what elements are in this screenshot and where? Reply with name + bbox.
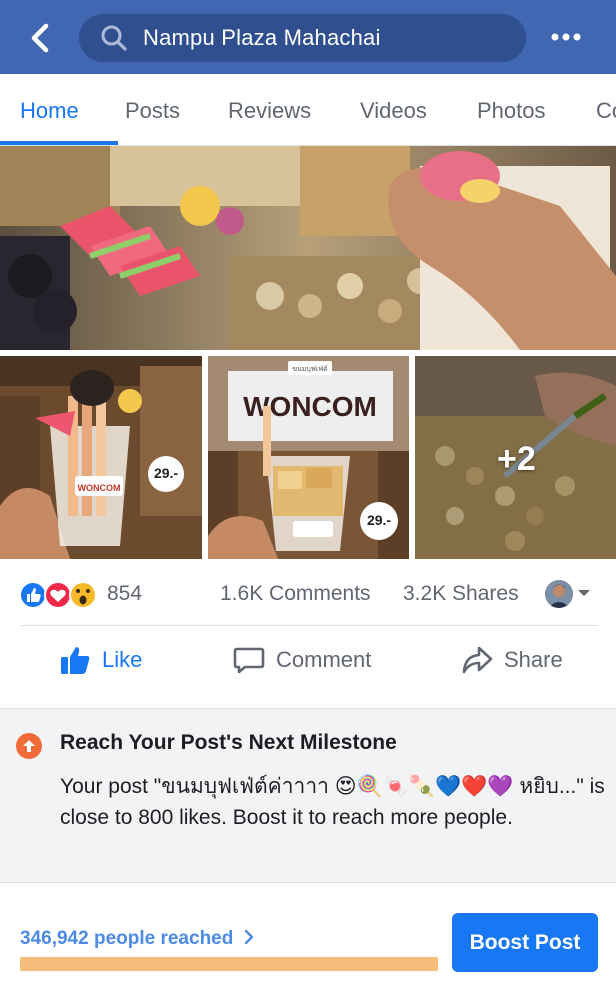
price-badge-2: 29.- xyxy=(367,512,391,528)
tab-home[interactable]: Home xyxy=(20,74,79,145)
more-photos-count: +2 xyxy=(497,440,536,478)
post-photo-4[interactable]: +2 xyxy=(415,356,616,559)
share-arrow-icon xyxy=(460,643,494,677)
more-dots-icon xyxy=(551,33,581,41)
comment-label: Comment xyxy=(276,647,372,672)
price-badge-1: 29.- xyxy=(154,465,178,481)
brand-sign-small-1: WONCOM xyxy=(78,483,121,493)
tab-videos[interactable]: Videos xyxy=(360,74,427,145)
thumbs-up-icon xyxy=(58,643,92,677)
reach-progress-bar xyxy=(20,957,438,971)
tab-community[interactable]: Co xyxy=(596,74,616,145)
post-photo-main[interactable] xyxy=(0,146,616,350)
chevron-down-icon[interactable] xyxy=(577,588,591,598)
reaction-count[interactable]: 854 xyxy=(107,582,142,606)
milestone-body: Your post "ขนมบุฟเฟ่ต์ค่าาาา 😍🍭🍬🍡💙❤️💜 หย… xyxy=(60,771,605,833)
tab-reviews[interactable]: Reviews xyxy=(228,74,311,145)
like-reaction-icon xyxy=(19,581,47,609)
chevron-right-icon xyxy=(244,929,253,945)
people-reached-link[interactable]: 346,942 people reached xyxy=(20,928,255,950)
active-tab-indicator xyxy=(0,141,118,145)
love-reaction-icon xyxy=(44,581,72,609)
milestone-body-prefix: Your post "ขนมบุฟเฟ่ต์ค่าาาา xyxy=(60,775,329,798)
more-options-button[interactable] xyxy=(545,22,587,52)
top-bar: Nampu Plaza Mahachai xyxy=(0,0,616,74)
boost-post-button[interactable]: Boost Post xyxy=(452,913,598,972)
milestone-title: Reach Your Post's Next Milestone xyxy=(60,731,397,754)
brand-tag: ขนมบุฟเฟ่ต์ xyxy=(292,365,328,373)
tab-photos[interactable]: Photos xyxy=(477,74,546,145)
post-photo-2[interactable]: WONCOM 29.- xyxy=(0,356,202,559)
milestone-emojis: 😍🍭🍬🍡💙❤️💜 xyxy=(334,775,514,798)
page-tabs: Home Posts Reviews Videos Photos Co xyxy=(0,74,616,146)
comment-button[interactable]: Comment xyxy=(232,640,371,680)
back-button[interactable] xyxy=(20,18,60,58)
reach-progress-fill xyxy=(20,957,438,971)
share-button[interactable]: Share xyxy=(460,640,563,680)
like-button[interactable]: Like xyxy=(58,640,142,680)
shares-count[interactable]: 3.2K Shares xyxy=(403,582,519,606)
post-photo-3[interactable]: ขนมบุฟเฟ่ต์ WONCOM 29.- xyxy=(208,356,409,559)
reactions-summary: 854 1.6K Comments 3.2K Shares xyxy=(0,568,616,620)
arrow-up-icon xyxy=(16,733,42,759)
milestone-card: Reach Your Post's Next Milestone Your po… xyxy=(0,708,616,883)
avatar[interactable] xyxy=(545,580,573,608)
divider xyxy=(20,625,598,626)
chevron-left-icon xyxy=(31,23,49,53)
comments-count[interactable]: 1.6K Comments xyxy=(220,582,371,606)
search-field[interactable]: Nampu Plaza Mahachai xyxy=(79,14,526,62)
people-reached-text: 346,942 people reached xyxy=(20,928,234,949)
share-label: Share xyxy=(504,647,563,672)
search-icon xyxy=(99,23,129,53)
tab-posts[interactable]: Posts xyxy=(125,74,180,145)
comment-bubble-icon xyxy=(232,643,266,677)
reaction-icons[interactable] xyxy=(19,580,103,610)
wow-reaction-icon xyxy=(69,581,97,609)
like-label: Like xyxy=(102,647,143,672)
search-input[interactable]: Nampu Plaza Mahachai xyxy=(143,25,381,51)
